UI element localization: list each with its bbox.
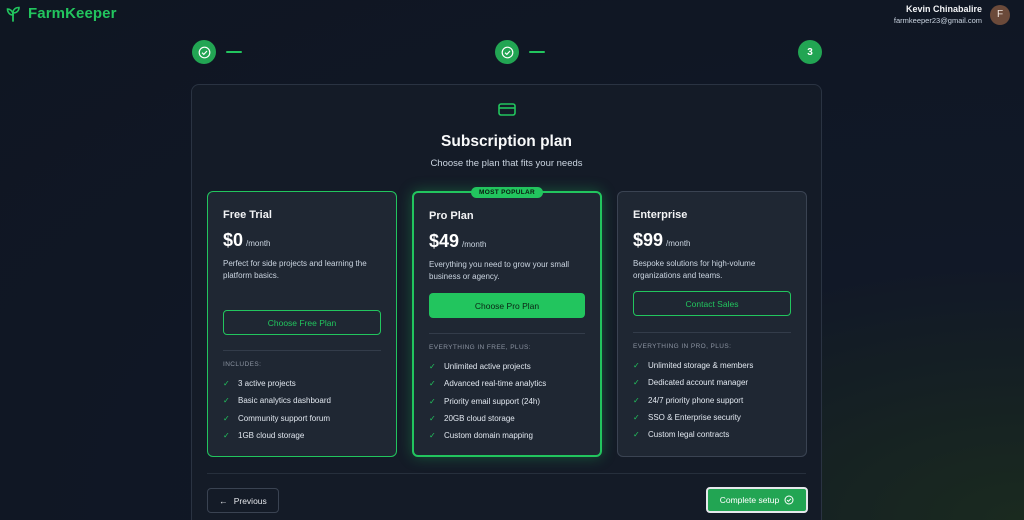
divider <box>207 473 806 474</box>
credit-card-icon <box>498 103 516 116</box>
price-value: $49 <box>429 231 460 251</box>
plan-card-enterprise[interactable]: Enterprise $99 /month Bespoke solutions … <box>617 191 807 457</box>
subscription-card: Subscription plan Choose the plan that f… <box>191 84 822 520</box>
step-2-complete <box>495 40 519 64</box>
check-icon: ✓ <box>223 396 230 406</box>
price-value: $99 <box>633 230 664 250</box>
check-icon: ✓ <box>223 413 230 423</box>
check-icon: ✓ <box>429 396 436 406</box>
check-icon: ✓ <box>633 413 640 423</box>
plan-price: $0 /month <box>223 230 271 251</box>
feature-item: ✓ Community support forum <box>223 413 331 423</box>
step-1-complete <box>192 40 216 64</box>
step-connector <box>529 51 545 53</box>
plan-name: Pro Plan <box>429 210 474 222</box>
divider <box>223 350 381 351</box>
check-circle-icon <box>501 46 513 58</box>
check-icon: ✓ <box>633 395 640 405</box>
app-name: FarmKeeper <box>28 5 117 22</box>
check-icon: ✓ <box>633 430 640 440</box>
feature-list: ✓ 3 active projects ✓ Basic analytics dash… <box>223 375 386 444</box>
arrow-left-icon: ← <box>219 495 228 506</box>
user-menu[interactable]: Kevin Chinabalire farmkeeper23@gmail.com… <box>894 4 1010 25</box>
feature-item: ✓ Unlimited storage & members <box>633 361 754 371</box>
feature-item: ✓ 3 active projects <box>223 379 296 389</box>
page-subtitle: Choose the plan that fits your needs <box>430 158 583 169</box>
step-connector <box>226 51 242 53</box>
price-period: /month <box>246 239 271 248</box>
price-period: /month <box>666 239 691 248</box>
check-icon: ✓ <box>633 361 640 371</box>
previous-label: Previous <box>233 495 267 506</box>
plan-card-pro[interactable]: MOST POPULAR Pro Plan $49 /month Everyth… <box>412 187 602 457</box>
price-period: /month <box>462 240 487 249</box>
complete-setup-button[interactable]: Complete setup <box>706 487 808 513</box>
plan-description: Perfect for side projects and learning t… <box>223 259 367 280</box>
feature-item: ✓ 1GB cloud storage <box>223 431 305 441</box>
user-email: farmkeeper23@gmail.com <box>893 16 982 25</box>
plan-price: $99 /month <box>633 230 691 251</box>
price-value: $0 <box>223 230 244 250</box>
feature-item: ✓ Custom legal contracts <box>633 430 730 440</box>
avatar[interactable]: F <box>990 4 1010 25</box>
check-icon: ✓ <box>223 431 230 441</box>
feature-item: ✓ Priority email support (24h) <box>429 396 541 406</box>
check-icon: ✓ <box>223 379 230 389</box>
feature-item: ✓ Custom domain mapping <box>429 431 533 441</box>
feature-item: ✓ SSO & Enterprise security <box>633 413 741 423</box>
feature-item: ✓ Unlimited active projects <box>429 362 531 372</box>
plan-description: Bespoke solutions for high-volume organi… <box>633 259 756 280</box>
feature-item: ✓ Advanced real-time analytics <box>429 379 547 389</box>
app-logo[interactable]: FarmKeeper <box>6 5 117 22</box>
feature-list: ✓ Unlimited active projects ✓ Advanced rea… <box>429 358 590 444</box>
choose-free-plan-button[interactable]: Choose Free Plan <box>223 310 381 335</box>
feature-item: ✓ 24/7 priority phone support <box>633 395 744 405</box>
choose-pro-plan-button[interactable]: Choose Pro Plan <box>429 293 585 318</box>
plan-name: Free Trial <box>223 209 272 221</box>
sprout-icon <box>6 6 20 22</box>
plan-name: Enterprise <box>633 209 688 221</box>
feature-item: ✓ 20GB cloud storage <box>429 414 515 424</box>
complete-label: Complete setup <box>719 495 780 505</box>
feature-item: ✓ Dedicated account manager <box>633 378 749 388</box>
features-title: EVERYTHING IN PRO, PLUS: <box>633 343 732 350</box>
page-title: Subscription plan <box>441 133 572 150</box>
check-icon: ✓ <box>429 431 436 441</box>
check-icon: ✓ <box>429 414 436 424</box>
features-title: EVERYTHING IN FREE, PLUS: <box>429 344 531 351</box>
features-title: INCLUDES: <box>223 361 262 368</box>
previous-button[interactable]: ← Previous <box>207 488 279 513</box>
check-icon: ✓ <box>633 378 640 388</box>
divider <box>429 333 585 334</box>
most-popular-badge: MOST POPULAR <box>471 187 543 198</box>
check-circle-icon <box>198 46 210 58</box>
plan-description: Everything you need to grow your small b… <box>429 260 570 281</box>
check-circle-icon <box>784 495 794 505</box>
feature-item: ✓ Basic analytics dashboard <box>223 396 331 406</box>
plan-price: $49 /month <box>429 231 487 252</box>
divider <box>633 332 791 333</box>
check-icon: ✓ <box>429 362 436 372</box>
step-3-current: 3 <box>798 40 822 64</box>
check-icon: ✓ <box>429 379 436 389</box>
feature-list: ✓ Unlimited storage & members ✓ Dedicated … <box>633 357 796 443</box>
plan-card-free[interactable]: Free Trial $0 /month Perfect for side pr… <box>207 191 397 457</box>
contact-sales-button[interactable]: Contact Sales <box>633 291 791 316</box>
user-name: Kevin Chinabalire <box>905 4 982 14</box>
